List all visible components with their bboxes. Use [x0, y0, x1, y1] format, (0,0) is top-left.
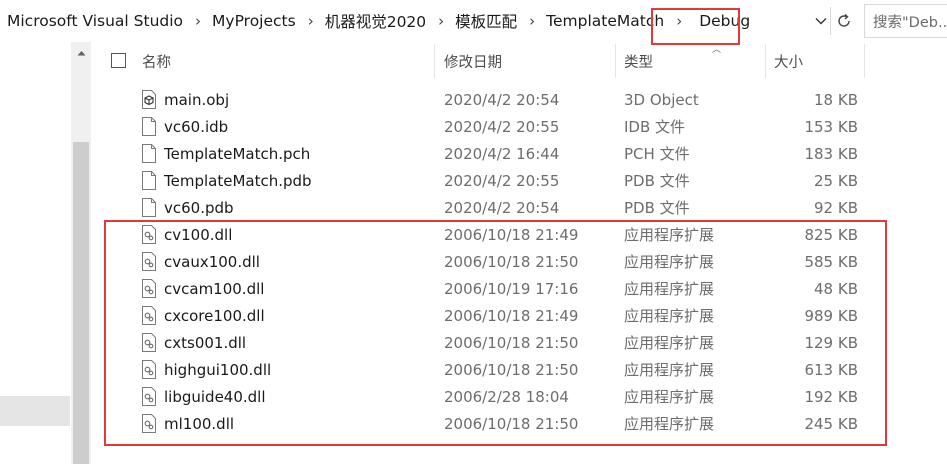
blank-file-icon	[138, 113, 160, 140]
column-divider[interactable]	[434, 44, 435, 78]
file-modified: 2020/4/2 20:55	[444, 171, 560, 190]
file-type: PCH 文件	[624, 145, 690, 163]
breadcrumb-item-template-matching[interactable]: 模板匹配	[455, 10, 517, 32]
search-input[interactable]: 搜索"Deb...	[864, 4, 947, 38]
breadcrumb-separator-icon[interactable]: ›	[529, 12, 535, 30]
annotation-box-dll-files	[104, 220, 887, 446]
navigation-scrollbar[interactable]	[71, 42, 91, 464]
file-size: 153 KB	[804, 117, 858, 136]
select-all-checkbox[interactable]	[111, 53, 126, 68]
file-type: IDB 文件	[624, 118, 686, 136]
file-row[interactable]: main.obj 2020/4/2 20:54 3D Object 18 KB	[92, 86, 947, 113]
file-name: TemplateMatch.pdb	[164, 171, 312, 190]
column-header-modified[interactable]: 修改日期	[444, 42, 502, 80]
file-modified: 2020/4/2 20:55	[444, 117, 560, 136]
file-modified: 2020/4/2 20:54	[444, 198, 560, 217]
address-history-dropdown[interactable]	[812, 9, 830, 33]
breadcrumb-item-microsoft-visual-studio[interactable]: Microsoft Visual Studio	[7, 12, 183, 30]
blank-file-icon	[138, 167, 160, 194]
breadcrumb-separator-icon[interactable]: ›	[308, 12, 314, 30]
breadcrumb: Microsoft Visual Studio › MyProjects › 机…	[0, 0, 756, 42]
file-row[interactable]: TemplateMatch.pdb 2020/4/2 20:55 PDB 文件 …	[92, 167, 947, 194]
file-row[interactable]: vc60.idb 2020/4/2 20:55 IDB 文件 153 KB	[92, 113, 947, 140]
scrollbar-thumb[interactable]	[73, 142, 89, 464]
file-row[interactable]: vc60.pdb 2020/4/2 20:54 PDB 文件 92 KB	[92, 194, 947, 221]
file-name: vc60.pdb	[164, 198, 234, 217]
file-size: 18 KB	[814, 90, 858, 109]
sort-caret-icon: ︿	[712, 45, 722, 55]
file-size: 25 KB	[814, 171, 858, 190]
address-bar: Microsoft Visual Studio › MyProjects › 机…	[0, 0, 947, 42]
column-divider[interactable]	[864, 44, 865, 78]
navigation-pane[interactable]	[0, 42, 70, 464]
blank-file-icon	[138, 194, 160, 221]
file-row[interactable]: TemplateMatch.pch 2020/4/2 16:44 PCH 文件 …	[92, 140, 947, 167]
blank-file-icon	[138, 140, 160, 167]
column-header-size[interactable]: 大小	[774, 42, 803, 80]
breadcrumb-item-myprojects[interactable]: MyProjects	[212, 12, 296, 30]
annotation-box-debug	[651, 8, 740, 45]
navigation-selected-item[interactable]	[0, 396, 70, 426]
column-header-name[interactable]: 名称	[142, 42, 171, 80]
scroll-up-button[interactable]	[71, 42, 91, 64]
breadcrumb-item-machine-vision-2020[interactable]: 机器视觉2020	[325, 10, 426, 32]
file-type: 3D Object	[624, 90, 699, 109]
file-name: vc60.idb	[164, 117, 229, 136]
file-modified: 2020/4/2 16:44	[444, 144, 560, 163]
file-type: PDB 文件	[624, 199, 690, 217]
file-modified: 2020/4/2 20:54	[444, 90, 560, 109]
file-name: TemplateMatch.pch	[164, 144, 311, 163]
file-size: 92 KB	[814, 198, 858, 217]
3d-object-file-icon	[138, 86, 160, 113]
column-divider[interactable]	[765, 44, 766, 78]
column-header-type[interactable]: 类型	[624, 42, 653, 80]
breadcrumb-separator-icon[interactable]: ›	[195, 12, 201, 30]
breadcrumb-separator-icon[interactable]: ›	[438, 12, 444, 30]
refresh-icon	[837, 13, 850, 27]
breadcrumb-item-templatematch[interactable]: TemplateMatch	[546, 12, 664, 30]
file-type: PDB 文件	[624, 172, 690, 190]
column-divider[interactable]	[615, 44, 616, 78]
file-size: 183 KB	[804, 144, 858, 163]
chevron-up-icon	[77, 51, 85, 56]
chevron-down-icon	[815, 18, 827, 25]
column-header-row: 名称 修改日期 类型 ︿ 大小	[92, 42, 947, 80]
file-name: main.obj	[164, 90, 230, 109]
refresh-button[interactable]	[830, 7, 856, 35]
